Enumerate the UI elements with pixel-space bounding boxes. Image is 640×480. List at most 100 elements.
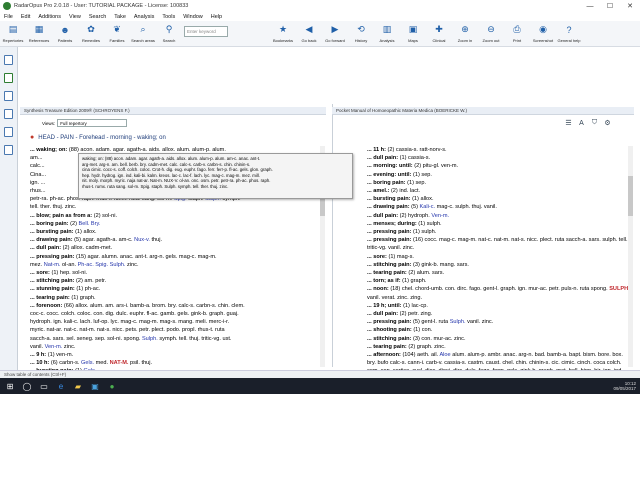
rubric-line[interactable]: ... bursting pain: (1) allox. [367,195,631,203]
rubric-line[interactable]: ... pressing pain: (15) agar. alumn. ana… [30,253,324,261]
menu-tools[interactable]: Tools [158,14,179,20]
bookmarks-button[interactable]: ★ Bookmarks [272,23,294,43]
book-tab-icon[interactable] [4,145,13,155]
materia-medica-scrollbar[interactable] [628,146,633,367]
rubric-line[interactable]: ... dull pain: (2) allox. cadm-met. [30,244,324,252]
rubric-line[interactable]: ... shooting pain: (1) con. [367,326,631,334]
rubric-line[interactable]: ... pressing pain: (5) gent-l. ruta Sulp… [367,318,631,326]
rubric-line[interactable]: ... dull pain: (1) cassia-s. [367,154,631,162]
menu-file[interactable]: File [0,14,17,20]
repertories-button[interactable]: ▤ Repertories [2,23,24,43]
rubric-line[interactable]: ... sore: (1) hep. sol-ni. [30,269,324,277]
rubric-line[interactable]: ... dull pain: (2) hydroph. Ven-m. [367,212,631,220]
zoom-in-button[interactable]: ⊕ Zoom in [454,23,476,43]
rubric-line[interactable]: ... boring pain: (2) Bell. Bry. [30,220,324,228]
clinical-button[interactable]: ✚ Clinical [428,23,450,43]
rubric-line[interactable]: ... forenoon: (66) allox. alum. am. ars-… [30,302,324,310]
settings-icon[interactable]: ⚙ [603,119,612,128]
menu-window[interactable]: Window [179,14,207,20]
rubric-line[interactable]: ... tearing pain: (2) graph. zinc. [367,343,631,351]
general-help-button[interactable]: ? General help [558,23,581,44]
history-button[interactable]: ⟲ History [350,23,372,43]
rubric-line[interactable]: ... stitching pain: (3) gink-b. mang. sa… [367,261,631,269]
rubric-line[interactable]: ... pressing pain: (1) sulph. [367,228,631,236]
zoom-out-button[interactable]: ⊖ Zoom out [480,23,502,43]
edge-icon[interactable]: e [54,380,68,392]
rubric-line[interactable]: ... evening: until: (1) sep. [367,171,631,179]
clipboard-tab-icon[interactable] [4,127,13,137]
search-areas-button[interactable]: ⌕ Search areas [131,23,155,43]
scroll-thumb[interactable] [628,176,633,216]
rubric-line[interactable]: ... morning: until: (2) pitu-gl. ven-m. [367,162,631,170]
go-forward-button[interactable]: ▶ Go forward [324,23,346,43]
rubric-line[interactable]: ... 10 h: (6) carbn-s. Gels. med. NAT-M.… [30,359,324,367]
menu-help[interactable]: Help [207,14,226,20]
rubric-line[interactable]: myric. nat-ar. nat-c. nat-m. nat-s. nicc… [30,326,324,334]
rubric-line[interactable]: ... menses; during: (1) sulph. [367,220,631,228]
analysis-button[interactable]: ▥ Analysis [376,23,398,43]
rubric-line[interactable]: ... stitching pain: (2) am. petr. [30,277,324,285]
repertory-pane-header[interactable]: Synthesis Treasure Edition 2009® (SCHROY… [20,107,326,115]
search-button[interactable]: ⚲ Search [158,23,180,43]
families-button[interactable]: ❦ Families [106,23,128,43]
menu-search[interactable]: Search [85,14,110,20]
minimize-button[interactable]: — [580,0,600,12]
rubric-line[interactable]: ... tearing pain: (1) graph. [30,294,324,302]
pin-icon[interactable]: ● [30,134,34,141]
task-view-icon[interactable]: ▭ [37,380,51,392]
keyword-search-input[interactable]: Enter keyword [184,26,228,37]
menu-analysis[interactable]: Analysis [130,14,158,20]
maximize-button[interactable]: ☐ [600,0,620,12]
rubric-line[interactable]: ... stitching pain: (3) con. mur-ac. zin… [367,335,631,343]
rubric-line[interactable]: mez. Nat-m. ol-an. Ph-ac. Spig. Sulph. z… [30,261,324,269]
rubric-line[interactable]: vanil. Ven-m. zinc. [30,343,324,351]
text-size-icon[interactable]: A [577,119,586,128]
rubric-line[interactable]: ... 19 h; until: (1) lac-cp. [367,302,631,310]
rubric-line[interactable]: ... drawing pain: (5) Kali-c. mag-c. sul… [367,203,631,211]
references-button[interactable]: ▦ References [28,23,50,43]
rubric-line[interactable]: ... blow; pain as from a: (2) sol-ni. [30,212,324,220]
rubric-line[interactable]: ... pressing pain: (16) cocc. mag-c. mag… [367,236,631,252]
rubric-line[interactable]: ... boring pain: (1) sep. [367,179,631,187]
print-button[interactable]: ⎙ Print [506,23,528,43]
rubric-line[interactable]: ... noon: (18) chel. chord-umb. con. dir… [367,285,631,301]
menu-additions[interactable]: Additions [34,14,65,20]
materia-medica-pane-header[interactable]: Pocket Manual of Homoeopathic Materia Me… [332,107,634,115]
rubric-line[interactable]: hydroph. ign. kali-c. lach. luf-op. lyc.… [30,318,324,326]
menu-edit[interactable]: Edit [17,14,34,20]
case-tab-icon[interactable] [4,109,13,119]
rubric-line[interactable]: ... 9 h: (1) ven-m. [30,351,324,359]
tag-icon[interactable]: ⛉ [590,119,599,128]
search-icon[interactable]: ◯ [20,380,34,392]
rubric-line[interactable]: sacch-a. sars. sel. seneg. sep. sol-ni. … [30,335,324,343]
menu-view[interactable]: View [65,14,85,20]
contents-icon[interactable]: ☰ [564,119,573,128]
rubric-line[interactable]: ... tearing pain: (2) alum. sars. [367,269,631,277]
rubric-line[interactable]: ... amel.: (2) ind. lact. [367,187,631,195]
rubric-line[interactable]: ... stunning pain: (1) ph-ac. [30,285,324,293]
patients-button[interactable]: ☻ Patients [54,23,76,44]
rubric-line[interactable]: tell. ther. thuj. zinc. [30,203,324,211]
explorer-icon[interactable]: ▰ [71,380,85,392]
go-back-button[interactable]: ◀ Go back [298,23,320,43]
rubric-line[interactable]: ... sore: (1) mag-s. [367,253,631,261]
maps-button[interactable]: ▣ Maps [402,23,424,43]
radaropus-icon[interactable]: ● [105,380,119,392]
screenshot-button[interactable]: ◉ Screenshot [532,23,554,43]
notes-tab-icon[interactable] [4,91,13,101]
rubric-line[interactable]: ... 11 h: (2) cassia-s. ratt-norv-s. [367,146,631,154]
rubric-line[interactable]: coc-c. cocc. colch. coloc. con. dig. dul… [30,310,324,318]
menu-take[interactable]: Take [110,14,130,20]
rubric-line[interactable]: ... bursting pain: (1) allox. [30,228,324,236]
remedies-button[interactable]: ✿ Remedies [80,23,102,43]
repertory-tab-icon[interactable] [4,55,13,65]
materia-medica-tab-icon[interactable] [4,73,13,83]
windows-start-icon[interactable]: ⊞ [3,380,17,392]
remedy-text: Kali-c. [419,204,436,211]
rubric-line[interactable]: ... dull pain: (2) petr. zing. [367,310,631,318]
rubric-line[interactable]: ... drawing pain: (5) agar. agath-a. am-… [30,236,324,244]
close-button[interactable]: ✕ [620,0,640,12]
views-select[interactable]: Full repertory [57,119,128,127]
store-icon[interactable]: ▣ [88,380,102,392]
rubric-line[interactable]: ... torn; as if: (1) graph. [367,277,631,285]
